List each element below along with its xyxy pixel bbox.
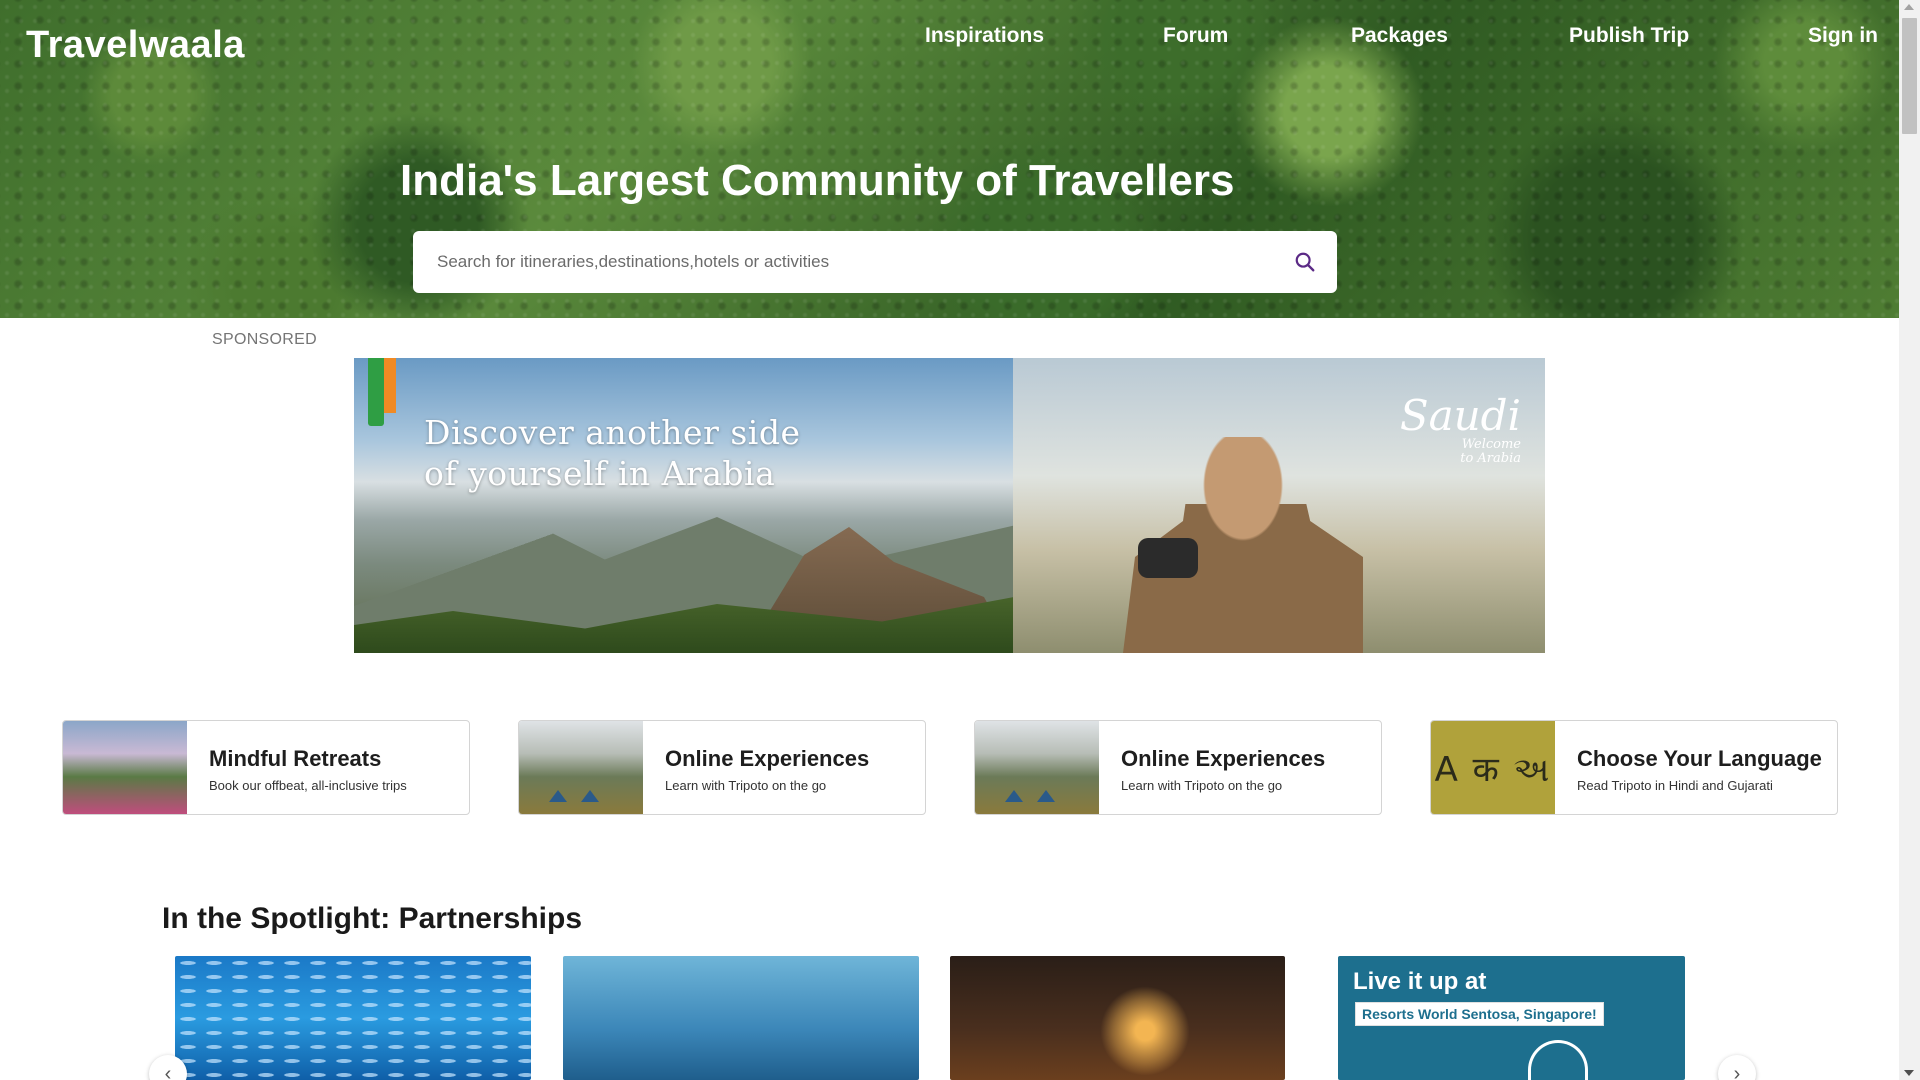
quick-link-title: Choose Your Language [1577,746,1822,771]
carousel-next-button[interactable]: › [1718,1055,1756,1080]
language-thumbnail-text: A क અ [1434,749,1552,790]
nav-inspirations[interactable]: Inspirations [925,24,1044,48]
spotlight-card-resorts-world[interactable]: Live it up at Resorts World Sentosa, Sin… [1338,956,1685,1080]
ad-logo-sub1: Welcome [1461,437,1521,452]
spotlight-card-aquarium[interactable] [563,956,919,1080]
chevron-left-icon: ‹ [164,1062,172,1080]
top-nav: Inspirations Forum Packages Publish Trip… [0,24,1899,54]
ad-brand-logo: Saudi Welcome to Arabia [1400,394,1521,466]
ad-logo-main: Saudi [1399,391,1521,440]
ad-person-image [1123,437,1363,653]
sponsored-label: SPONSORED [212,331,317,348]
nav-packages[interactable]: Packages [1351,24,1448,48]
scroll-thumb[interactable] [1902,18,1917,134]
quick-link-online-experiences-2[interactable]: Online Experiences Learn with Tripoto on… [974,720,1382,815]
ad-logo-sub2: to Arabia [1460,451,1521,466]
spotlight-card-marine-life[interactable] [175,956,531,1080]
quick-link-subtitle: Learn with Tripoto on the go [1121,778,1283,793]
ad-headline-line2: of yourself in Arabia [424,454,776,493]
quick-link-online-experiences[interactable]: Online Experiences Learn with Tripoto on… [518,720,926,815]
nav-sign-in[interactable]: Sign in [1808,24,1878,48]
quick-link-subtitle: Book our offbeat, all-inclusive trips [209,778,407,793]
scroll-up-arrow-icon[interactable] [1904,4,1914,10]
ad-image-explorer: Saudi Welcome to Arabia [1013,358,1545,653]
binoculars-image [1138,538,1198,578]
page-scrollbar[interactable] [1899,0,1920,1080]
search-button[interactable] [1273,231,1337,293]
hero-banner: Travelwaala Inspirations Forum Packages … [0,0,1899,318]
ad-flag-orange [384,358,396,413]
hero-title: India's Largest Community of Travellers [400,156,1235,205]
nav-publish-trip[interactable]: Publish Trip [1569,24,1689,48]
chevron-right-icon: › [1733,1062,1741,1080]
quick-link-title: Online Experiences [665,746,870,771]
ad-flag-green [368,358,384,426]
camp-thumbnail [519,721,643,814]
retreat-thumbnail [63,721,187,814]
spotlight-card-title: Live it up at [1353,968,1487,995]
spotlight-title: In the Spotlight: Partnerships [162,902,583,935]
quick-link-title: Mindful Retreats [209,746,382,771]
spotlight-card-tag: Resorts World Sentosa, Singapore! [1355,1002,1604,1026]
ad-headline: Discover another side of yourself in Ara… [424,412,800,494]
search-input[interactable] [413,231,1273,293]
search-box [413,231,1337,293]
language-thumbnail: A क અ [1431,721,1555,814]
ad-headline-line1: Discover another side [424,413,801,452]
camp-thumbnail [975,721,1099,814]
sponsored-ad-banner[interactable]: Discover another side of yourself in Ara… [354,358,1545,653]
quick-link-mindful-retreats[interactable]: Mindful Retreats Book our offbeat, all-i… [62,720,470,815]
quick-link-choose-language[interactable]: A क અ Choose Your Language Read Tripoto … [1430,720,1838,815]
nav-forum[interactable]: Forum [1163,24,1228,48]
scroll-down-arrow-icon[interactable] [1904,1070,1914,1076]
search-icon [1295,252,1315,272]
spotlight-card-dining[interactable] [950,956,1285,1080]
quick-link-subtitle: Read Tripoto in Hindi and Gujarati [1577,778,1773,793]
dome-graphic [1528,1040,1588,1080]
ad-image-mountains: Discover another side of yourself in Ara… [354,358,1014,653]
quick-link-title: Online Experiences [1121,746,1326,771]
quick-link-subtitle: Learn with Tripoto on the go [665,778,827,793]
